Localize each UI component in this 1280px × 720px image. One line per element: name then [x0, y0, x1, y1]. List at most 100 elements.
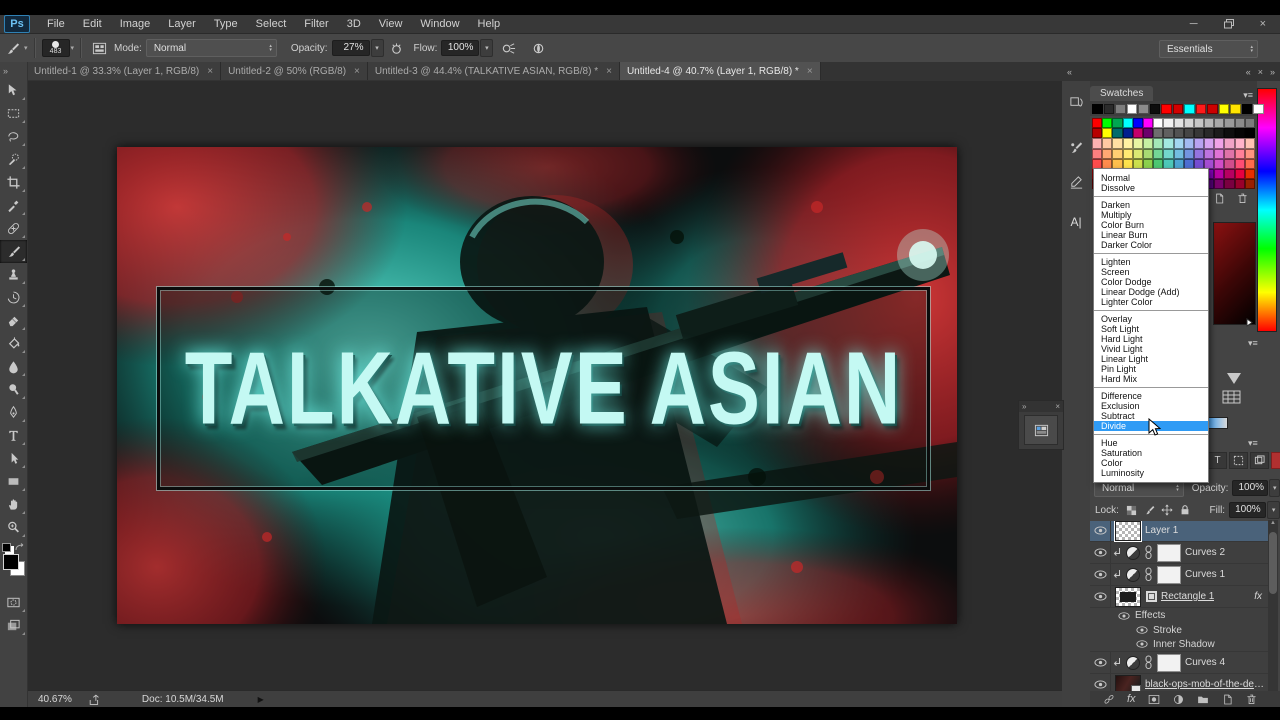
- menu-filter[interactable]: Filter: [295, 18, 337, 30]
- swatch[interactable]: [1092, 138, 1102, 148]
- swatch[interactable]: [1207, 104, 1218, 114]
- layer-row-curves1[interactable]: Curves 1: [1090, 564, 1268, 586]
- menu-select[interactable]: Select: [247, 18, 296, 30]
- layer-row-rectangle1[interactable]: Rectangle 1 fx: [1090, 586, 1268, 608]
- link-layers-icon[interactable]: [1102, 693, 1116, 706]
- swatch[interactable]: [1194, 138, 1204, 148]
- tab-close-icon[interactable]: ×: [807, 66, 813, 77]
- swatch[interactable]: [1163, 118, 1173, 128]
- close-panel-icon[interactable]: ×: [1055, 402, 1060, 411]
- delete-layer-icon[interactable]: [1245, 693, 1258, 706]
- swatch[interactable]: [1224, 118, 1234, 128]
- swatch[interactable]: [1112, 128, 1122, 138]
- status-flyout-icon[interactable]: ▶: [258, 695, 264, 704]
- lock-pixels-icon[interactable]: [1141, 504, 1159, 517]
- swatch[interactable]: [1102, 149, 1112, 159]
- swatch[interactable]: [1204, 118, 1214, 128]
- pen-tool[interactable]: [0, 401, 27, 424]
- visibility-eye-icon[interactable]: [1090, 520, 1111, 541]
- swatch[interactable]: [1214, 118, 1224, 128]
- path-select-tool[interactable]: [0, 447, 27, 470]
- swatch[interactable]: [1143, 149, 1153, 159]
- blend-mode-option[interactable]: Color Dodge: [1094, 277, 1208, 287]
- swatch[interactable]: [1235, 138, 1245, 148]
- blend-mode-option[interactable]: Multiply: [1094, 210, 1208, 220]
- visibility-eye-icon[interactable]: [1090, 542, 1111, 563]
- fill-dropdown-icon[interactable]: ▾: [1267, 501, 1280, 519]
- swatch[interactable]: [1092, 104, 1103, 114]
- swatch[interactable]: [1092, 149, 1102, 159]
- swatch[interactable]: [1163, 138, 1173, 148]
- layer-name[interactable]: Layer 1: [1145, 525, 1178, 536]
- delete-swatch-icon[interactable]: [1236, 192, 1249, 205]
- swatch[interactable]: [1143, 118, 1153, 128]
- add-mask-icon[interactable]: [1147, 693, 1161, 706]
- clone-stamp-tool[interactable]: [0, 263, 27, 286]
- smart-object-thumbnail[interactable]: [1115, 675, 1141, 692]
- swatch[interactable]: [1138, 104, 1149, 114]
- swatch[interactable]: [1133, 118, 1143, 128]
- brush-tool[interactable]: [0, 240, 27, 263]
- effect-row-stroke[interactable]: Stroke: [1090, 623, 1268, 637]
- swatch[interactable]: [1224, 138, 1234, 148]
- menu-window[interactable]: Window: [411, 18, 468, 30]
- swatch[interactable]: [1204, 149, 1214, 159]
- blend-mode-option[interactable]: Hard Light: [1094, 334, 1208, 344]
- blend-mode-option[interactable]: Linear Burn: [1094, 230, 1208, 240]
- canvas-pasteboard[interactable]: TALKATIVE ASIAN: [28, 81, 1062, 690]
- blend-mode-option[interactable]: Luminosity: [1094, 468, 1208, 478]
- swatch[interactable]: [1224, 128, 1234, 138]
- swatch[interactable]: [1235, 128, 1245, 138]
- swatch[interactable]: [1102, 138, 1112, 148]
- new-swatch-icon[interactable]: [1213, 192, 1226, 205]
- adjustment-layer-icon[interactable]: [1126, 546, 1140, 560]
- mask-link-icon[interactable]: [1144, 655, 1153, 670]
- swatch[interactable]: [1235, 169, 1245, 179]
- collapse-dock-icon[interactable]: «: [1062, 67, 1072, 77]
- swap-colors-icon[interactable]: [15, 543, 26, 553]
- pressure-opacity-icon[interactable]: [384, 41, 410, 56]
- swatch[interactable]: [1214, 169, 1224, 179]
- swatch[interactable]: [1112, 149, 1122, 159]
- swatch[interactable]: [1219, 104, 1230, 114]
- dodge-tool[interactable]: [0, 378, 27, 401]
- layer-filter-toggle[interactable]: [1271, 452, 1280, 469]
- marquee-tool[interactable]: [0, 102, 27, 125]
- crop-tool[interactable]: [0, 171, 27, 194]
- quick-select-tool[interactable]: [0, 148, 27, 171]
- flow-dropdown-icon[interactable]: ▾: [480, 39, 493, 57]
- shape-tool[interactable]: [0, 470, 27, 493]
- tool-presets-panel-icon[interactable]: [1062, 169, 1090, 195]
- menu-layer[interactable]: Layer: [159, 18, 205, 30]
- swatch[interactable]: [1245, 179, 1255, 189]
- doc-size-value[interactable]: Doc: 10.5M/34.5M: [142, 694, 224, 705]
- lasso-tool[interactable]: [0, 125, 27, 148]
- document-tab[interactable]: Untitled-1 @ 33.3% (Layer 1, RGB/8)×: [27, 62, 221, 80]
- canvas-document[interactable]: TALKATIVE ASIAN: [117, 147, 957, 624]
- panel-icon-button[interactable]: [1024, 415, 1058, 445]
- lock-position-icon[interactable]: [1158, 504, 1176, 516]
- menu-type[interactable]: Type: [205, 18, 247, 30]
- swatch[interactable]: [1214, 128, 1224, 138]
- swatch[interactable]: [1194, 128, 1204, 138]
- brush-presets-panel-icon[interactable]: [1062, 135, 1090, 161]
- eyedropper-tool[interactable]: [0, 194, 27, 217]
- swatch[interactable]: [1123, 118, 1133, 128]
- blend-mode-option[interactable]: Hard Mix: [1094, 374, 1208, 384]
- effect-row-inner-shadow[interactable]: Inner Shadow: [1090, 637, 1268, 652]
- new-group-icon[interactable]: [1196, 693, 1210, 706]
- layer-opacity-value[interactable]: 100%: [1232, 480, 1268, 496]
- filter-shape-layers-icon[interactable]: [1229, 452, 1248, 469]
- filter-type-layers-icon[interactable]: T: [1208, 452, 1227, 469]
- new-adjustment-layer-icon[interactable]: [1172, 693, 1185, 706]
- swatch[interactable]: [1143, 128, 1153, 138]
- layer-mask-thumbnail[interactable]: [1157, 544, 1181, 562]
- layers-panel-menu-icon[interactable]: ▾≡: [1248, 438, 1262, 449]
- swatch[interactable]: [1133, 128, 1143, 138]
- swatch[interactable]: [1153, 138, 1163, 148]
- swatch[interactable]: [1224, 149, 1234, 159]
- swatch[interactable]: [1092, 128, 1102, 138]
- tab-close-icon[interactable]: ×: [207, 66, 213, 77]
- hand-tool[interactable]: [0, 493, 27, 516]
- swatch[interactable]: [1253, 104, 1264, 114]
